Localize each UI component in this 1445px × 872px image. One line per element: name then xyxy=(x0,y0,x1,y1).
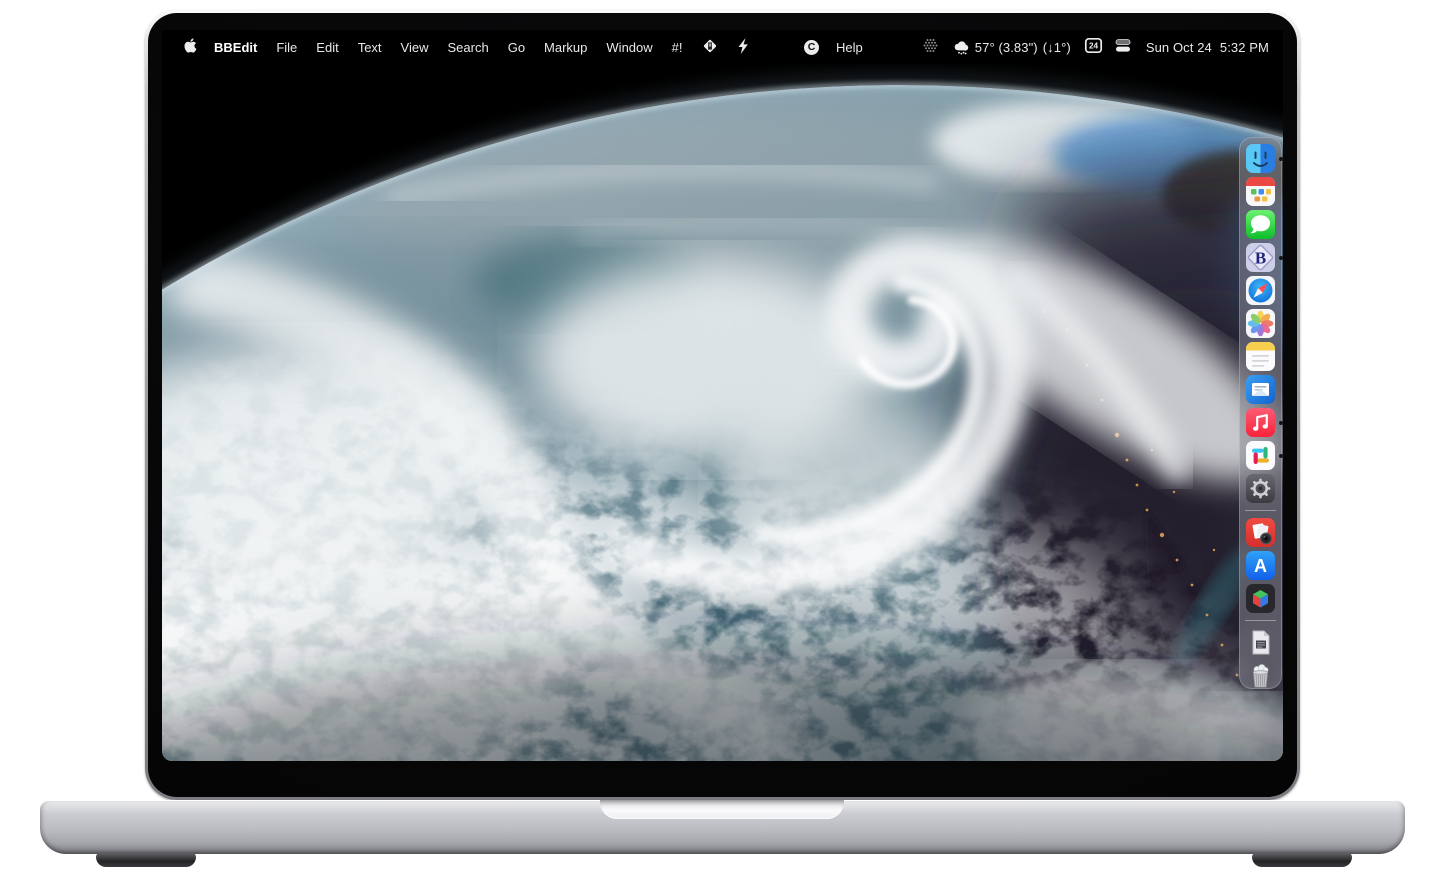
rain-cloud-icon xyxy=(952,39,970,56)
menu-help[interactable]: Help xyxy=(836,40,863,55)
app-store-letter: A xyxy=(1254,556,1267,576)
menu-shebang[interactable]: #! xyxy=(672,40,683,55)
running-indicator xyxy=(1279,421,1283,425)
calendar-app-icon xyxy=(1245,176,1276,207)
dock-item-bbedit[interactable]: B xyxy=(1245,242,1276,273)
menu-search[interactable]: Search xyxy=(448,40,489,55)
notes-icon xyxy=(1245,341,1276,372)
menu-scripts[interactable] xyxy=(702,38,718,57)
menu-bar: BBEdit File Edit Text View Search Go Mar… xyxy=(162,30,1283,64)
menu-lightning[interactable] xyxy=(737,38,749,57)
dock-separator xyxy=(1245,510,1276,511)
photos-icon xyxy=(1245,308,1276,339)
photo-cards-app-icon xyxy=(1245,517,1276,548)
music-icon xyxy=(1245,407,1276,438)
lightning-bolt-icon xyxy=(737,38,749,54)
app-menu-bbedit[interactable]: BBEdit xyxy=(214,40,257,55)
screen-bezel: BBEdit File Edit Text View Search Go Mar… xyxy=(148,13,1297,797)
menu-markup[interactable]: Markup xyxy=(544,40,587,55)
menu-bar-left: BBEdit File Edit Text View Search Go Mar… xyxy=(162,30,768,64)
dock-item-safari[interactable] xyxy=(1245,275,1276,306)
menu-view[interactable]: View xyxy=(401,40,429,55)
desktop-wallpaper-earth xyxy=(162,30,1283,761)
stacked-windows-icon xyxy=(1114,37,1132,54)
mail-app-icon xyxy=(1245,374,1276,405)
dock-separator xyxy=(1245,620,1276,621)
menu-go[interactable]: Go xyxy=(508,40,525,55)
apple-menu[interactable] xyxy=(183,37,197,57)
dock-item-calendar[interactable] xyxy=(1245,176,1276,207)
finder-icon xyxy=(1245,143,1276,174)
dotted-grid-status-item[interactable] xyxy=(922,37,939,57)
dock-item-messages[interactable] xyxy=(1245,209,1276,240)
calendar-icon: 24 xyxy=(1084,37,1103,54)
messages-icon xyxy=(1245,209,1276,240)
menu-edit[interactable]: Edit xyxy=(316,40,338,55)
bbedit-icon: B xyxy=(1245,242,1276,273)
running-indicator xyxy=(1279,157,1283,161)
dock-item-color-cube-app[interactable] xyxy=(1245,583,1276,614)
screen: BBEdit File Edit Text View Search Go Mar… xyxy=(162,30,1283,761)
menu-bar-date[interactable]: Sun Oct 24 xyxy=(1146,40,1212,55)
dock-item-slack[interactable] xyxy=(1245,440,1276,471)
menu-bar-after-notch: C Help xyxy=(804,30,863,64)
calendar-status-item[interactable]: 24 xyxy=(1084,37,1103,57)
dock-item-finder[interactable] xyxy=(1245,143,1276,174)
menu-text[interactable]: Text xyxy=(358,40,382,55)
menu-bar-clock[interactable]: 5:32 PM xyxy=(1220,40,1269,55)
stacked-windows-status-item[interactable] xyxy=(1114,37,1132,57)
trash-full-icon xyxy=(1245,660,1276,691)
lid-thumb-scoop xyxy=(600,800,844,819)
menu-bar-status: 57° (3.83") (↓1°) 24 xyxy=(922,30,1269,64)
scripts-diamond-icon xyxy=(702,38,718,54)
dock-item-notes[interactable] xyxy=(1245,341,1276,372)
weather-temp-precip: 57° (3.83") xyxy=(975,40,1038,55)
dock-item-trash[interactable] xyxy=(1245,660,1276,691)
dotted-grid-icon xyxy=(922,37,939,54)
dock-item-document[interactable] xyxy=(1245,627,1276,658)
laptop-lid: BBEdit File Edit Text View Search Go Mar… xyxy=(145,10,1300,800)
weather-status-item[interactable]: 57° (3.83") (↓1°) xyxy=(952,39,1071,56)
safari-icon xyxy=(1245,275,1276,306)
apple-logo-icon xyxy=(183,37,197,54)
laptop-base xyxy=(40,800,1405,854)
dock-item-photo-cards-app[interactable] xyxy=(1245,517,1276,548)
dock-item-photos[interactable] xyxy=(1245,308,1276,339)
running-indicator xyxy=(1279,454,1283,458)
system-settings-icon xyxy=(1245,473,1276,504)
rubber-foot-right xyxy=(1252,853,1352,867)
dock-item-system-settings[interactable] xyxy=(1245,473,1276,504)
menu-file[interactable]: File xyxy=(276,40,297,55)
running-indicator xyxy=(1279,256,1283,260)
color-cube-app-icon xyxy=(1245,583,1276,614)
dock-item-mail[interactable] xyxy=(1245,374,1276,405)
app-store-icon: A xyxy=(1245,550,1276,581)
dock: B xyxy=(1239,137,1282,689)
clippings-menu-icon[interactable]: C xyxy=(804,40,819,55)
dock-item-app-store[interactable]: A xyxy=(1245,550,1276,581)
weather-change: (↓1°) xyxy=(1043,40,1071,55)
slack-icon xyxy=(1245,440,1276,471)
menu-window[interactable]: Window xyxy=(606,40,652,55)
document-file-icon xyxy=(1245,627,1276,658)
bbedit-letter: B xyxy=(1255,249,1266,268)
dock-item-music[interactable] xyxy=(1245,407,1276,438)
rubber-foot-left xyxy=(96,853,196,867)
calendar-icon-day: 24 xyxy=(1089,42,1099,51)
